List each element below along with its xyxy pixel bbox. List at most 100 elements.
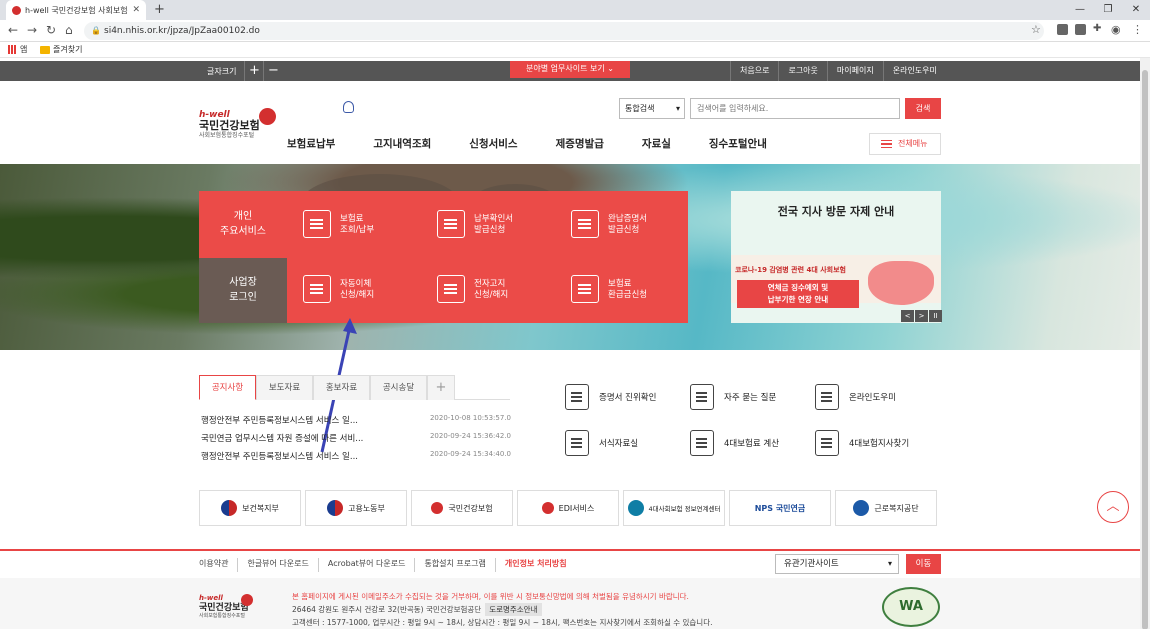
partner-name: 고용노동부: [348, 503, 385, 513]
service-e-notice[interactable]: 전자고지 신청/해지: [437, 275, 561, 315]
address-line: 26464 강원도 원주시 건강로 32(반곡동) 국민건강보험공단 도로명주소안…: [292, 603, 713, 616]
business-login-tab[interactable]: 사업장 로그인: [199, 258, 287, 323]
quick-faq[interactable]: 자주 묻는 질문: [690, 383, 830, 411]
quick-calculator[interactable]: 4대보험료 계산: [690, 429, 830, 457]
browser-tab[interactable]: h-well 국민건강보험 사회보험통 ✕: [6, 0, 146, 20]
partner-name: 4대사회보험 정보연계센터: [648, 505, 721, 513]
url-field[interactable]: 🔒 si4n.nhis.or.kr/jpza/JpZaa00102.do: [84, 22, 1044, 40]
notice-date: 2020-09-24 15:34:40.0: [429, 450, 511, 458]
font-increase-button[interactable]: +: [244, 61, 263, 81]
quick-branch-finder[interactable]: 4대보험지사찾기: [815, 429, 955, 457]
all-menu-button[interactable]: 전체메뉴: [869, 133, 941, 155]
service-full-payment-certificate[interactable]: 완납증명서 발급신청: [571, 210, 695, 250]
partner-name: 국민건강보험: [448, 503, 493, 513]
tab-promo[interactable]: 홍보자료: [313, 375, 370, 400]
scrollbar-thumb[interactable]: [1142, 70, 1148, 629]
nav-premium-payment[interactable]: 보험료납부: [287, 132, 335, 156]
hwp-viewer-link[interactable]: 한글뷰어 다운로드: [237, 558, 317, 572]
search-button[interactable]: 검색: [905, 98, 941, 119]
font-decrease-button[interactable]: −: [263, 61, 282, 81]
new-tab-icon[interactable]: +: [154, 2, 165, 17]
banner-subtitle: 코로나-19 감염병 관련 4대 사회보험: [735, 266, 846, 274]
partner-4insure[interactable]: 4대사회보험 정보연계센터: [623, 490, 725, 526]
acrobat-viewer-link[interactable]: Acrobat뷰어 다운로드: [317, 558, 415, 572]
hamburger-icon: [881, 140, 892, 148]
service-premium-inquiry[interactable]: 보험료 조회/납부: [303, 210, 427, 250]
online-help-link[interactable]: 온라인도우미: [882, 61, 946, 81]
list-item[interactable]: 국민연금 업무시스템 자원 증설에 따른 서비... 2020-09-24 15…: [201, 432, 511, 450]
nav-application-service[interactable]: 신청서비스: [469, 132, 517, 156]
puzzle-icon[interactable]: ✚: [1093, 23, 1101, 34]
partner-comwel[interactable]: 근로복지공단: [835, 490, 937, 526]
personal-services-tab[interactable]: 개인 주요서비스: [199, 191, 287, 258]
banner-pause-button[interactable]: II: [929, 310, 942, 322]
banner-controls: < > II: [900, 310, 942, 322]
window-close-icon[interactable]: ✕: [1122, 0, 1150, 20]
window-controls: — ❐ ✕: [1066, 0, 1150, 20]
maximize-icon[interactable]: ❐: [1094, 0, 1122, 20]
banner-callout-line: 납부기한 연장 안내: [767, 295, 829, 304]
extension-icon[interactable]: [1075, 24, 1086, 35]
notice-banner[interactable]: 전국 지사 방문 자제 안내 코로나-19 감염병 관련 4대 사회보험 연체금…: [731, 191, 941, 323]
user-icon[interactable]: [343, 101, 354, 113]
partner-nhis[interactable]: 국민건강보험: [411, 490, 513, 526]
scroll-top-button[interactable]: ︿: [1097, 491, 1129, 523]
back-icon[interactable]: ←: [8, 23, 18, 37]
close-icon[interactable]: ✕: [132, 5, 140, 15]
partner-links: 보건복지부 고용노동부 국민건강보험 EDI서비스 4대사회보험 정보연계센터 …: [199, 490, 941, 526]
reload-icon[interactable]: ↻: [46, 23, 56, 37]
list-item[interactable]: 행정안전부 주민등록정보시스템 서비스 일... 2020-09-24 15:3…: [201, 450, 511, 468]
search-input[interactable]: [690, 98, 900, 119]
map-pin-icon: [815, 430, 839, 456]
extension-icon[interactable]: [1057, 24, 1068, 35]
banner-next-button[interactable]: >: [915, 310, 928, 322]
nav-portal-guide[interactable]: 징수포털안내: [709, 132, 767, 156]
page-scrollbar[interactable]: [1140, 58, 1150, 629]
service-payment-confirmation[interactable]: 납부확인서 발급신청: [437, 210, 561, 250]
browser-tab-title: h-well 국민건강보험 사회보험통: [25, 5, 129, 15]
home-link[interactable]: 처음으로: [730, 61, 778, 81]
bookmark-star-icon[interactable]: ☆: [1031, 23, 1041, 36]
minimize-icon[interactable]: —: [1066, 0, 1094, 20]
tab-press[interactable]: 보도자료: [256, 375, 313, 400]
site-logo[interactable]: h-well 국민건강보험 사회보험통합징수포털: [199, 108, 276, 140]
quick-certificate-verify[interactable]: 증명서 진위확인: [565, 383, 705, 411]
bookmark-apps[interactable]: 앱: [8, 44, 27, 55]
installer-link[interactable]: 통합설치 프로그램: [414, 558, 494, 572]
partner-edi[interactable]: EDI서비스: [517, 490, 619, 526]
service-auto-transfer[interactable]: 자동이체 신청/해지: [303, 275, 427, 315]
bookmark-favorites[interactable]: 즐겨찾기: [40, 44, 82, 55]
tab-notices[interactable]: 공지사항: [199, 375, 256, 400]
forward-icon[interactable]: →: [27, 23, 37, 37]
list-item[interactable]: 행정안전부 주민등록정보시스템 서비스 일... 2020-10-08 10:5…: [201, 414, 511, 432]
main-navigation: 보험료납부 고지내역조회 신청서비스 제증명발급 자료실 징수포털안내: [287, 132, 867, 156]
nav-certificate-issue[interactable]: 제증명발급: [556, 132, 604, 156]
search-scope-select[interactable]: 통합검색 ▾: [619, 98, 685, 119]
nav-notice-inquiry[interactable]: 고지내역조회: [373, 132, 431, 156]
mypage-link[interactable]: 마이페이지: [826, 61, 883, 81]
partner-moel[interactable]: 고용노동부: [305, 490, 407, 526]
go-button[interactable]: 이동: [906, 554, 941, 574]
banner-callout: 연체금 징수예외 및 납부기한 연장 안내: [737, 280, 859, 308]
service-refund[interactable]: 보험료 환급금신청: [571, 275, 695, 315]
footer-logo: h-well 국민건강보험 사회보험통합징수포털: [199, 594, 253, 619]
terms-link[interactable]: 이용약관: [199, 558, 237, 572]
quick-online-help[interactable]: 온라인도우미: [815, 383, 955, 411]
heart-logo-icon: [431, 502, 444, 514]
profile-icon[interactable]: ◉: [1111, 23, 1121, 36]
logout-link[interactable]: 로그아웃: [778, 61, 826, 81]
service-label: 보험료 환급금신청: [608, 279, 648, 300]
related-site-select[interactable]: 유관기관사이트 ▾: [775, 554, 899, 574]
business-site-button[interactable]: 분야별 업무사이트 보기 ⌄: [510, 61, 630, 78]
quick-forms[interactable]: 서식자료실: [565, 429, 705, 457]
tab-public-notice[interactable]: 공시송달: [370, 375, 427, 400]
partner-mohw[interactable]: 보건복지부: [199, 490, 301, 526]
privacy-policy-link[interactable]: 개인정보 처리방침: [494, 558, 576, 572]
more-button[interactable]: +: [427, 375, 455, 400]
road-address-button[interactable]: 도로명주소안내: [485, 603, 542, 616]
partner-nps[interactable]: NPS 국민연금: [729, 490, 831, 526]
home-icon[interactable]: ⌂: [65, 23, 73, 37]
banner-prev-button[interactable]: <: [901, 310, 914, 322]
menu-dots-icon[interactable]: ⋮: [1132, 23, 1143, 36]
nav-resources[interactable]: 자료실: [642, 132, 671, 156]
